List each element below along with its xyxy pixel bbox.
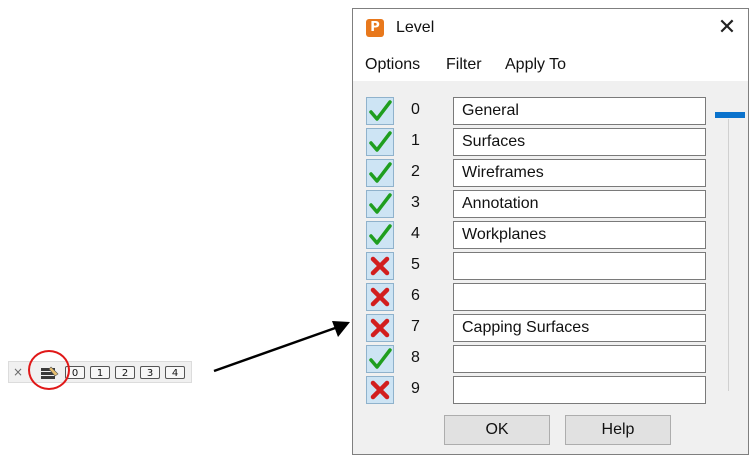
level-number: 1: [411, 132, 420, 149]
cross-icon: [370, 380, 390, 400]
toolbar-close-icon[interactable]: ×: [12, 364, 24, 380]
menu-apply-to[interactable]: Apply To: [505, 56, 566, 74]
visibility-toggle[interactable]: [366, 376, 394, 404]
level-dialog: P Level ✕ Options Filter Apply To 0 Gener…: [352, 8, 749, 455]
menu-filter[interactable]: Filter: [446, 56, 482, 74]
level-number: 6: [411, 287, 420, 304]
level-row: 5: [353, 251, 748, 281]
dialog-menubar: Options Filter Apply To: [353, 49, 748, 81]
dialog-titlebar: P Level ✕: [353, 9, 748, 49]
level-name-field[interactable]: Workplanes: [453, 221, 706, 249]
visibility-toggle[interactable]: [366, 97, 394, 125]
level-number: 9: [411, 380, 420, 397]
visibility-toggle[interactable]: [366, 128, 394, 156]
cross-icon: [370, 318, 390, 338]
visibility-toggle[interactable]: [366, 252, 394, 280]
highlight-circle: [28, 350, 70, 390]
level-number: 4: [411, 225, 420, 242]
checkmark-icon: [369, 193, 392, 214]
visibility-toggle[interactable]: [366, 314, 394, 342]
level-row: 6: [353, 282, 748, 312]
level-name-field[interactable]: [453, 345, 706, 373]
toolbar-level-1-button[interactable]: 1: [90, 366, 110, 379]
level-name-field[interactable]: [453, 252, 706, 280]
level-row: 9: [353, 375, 748, 405]
help-button[interactable]: Help: [565, 415, 671, 445]
visibility-toggle[interactable]: [366, 159, 394, 187]
menu-options[interactable]: Options: [365, 56, 420, 74]
close-icon[interactable]: ✕: [714, 13, 740, 43]
toolbar-level-2-button[interactable]: 2: [115, 366, 135, 379]
level-name-field[interactable]: [453, 283, 706, 311]
level-number: 7: [411, 318, 420, 335]
level-number: 2: [411, 163, 420, 180]
cross-icon: [370, 287, 390, 307]
visibility-toggle[interactable]: [366, 283, 394, 311]
checkmark-icon: [369, 100, 392, 121]
visibility-toggle[interactable]: [366, 190, 394, 218]
toolbar-level-4-button[interactable]: 4: [165, 366, 185, 379]
app-icon: P: [366, 19, 384, 37]
checkmark-icon: [369, 131, 392, 152]
checkmark-icon: [369, 162, 392, 183]
level-name-field[interactable]: General: [453, 97, 706, 125]
cross-icon: [370, 256, 390, 276]
level-name-field[interactable]: [453, 376, 706, 404]
level-row: 8: [353, 344, 748, 374]
checkmark-icon: [369, 348, 392, 369]
level-name-field[interactable]: Wireframes: [453, 159, 706, 187]
level-name-field[interactable]: Annotation: [453, 190, 706, 218]
visibility-toggle[interactable]: [366, 221, 394, 249]
dialog-title: Level: [396, 19, 435, 36]
level-row: 1 Surfaces: [353, 127, 748, 157]
checkmark-icon: [369, 224, 392, 245]
level-number: 8: [411, 349, 420, 366]
toolbar-level-3-button[interactable]: 3: [140, 366, 160, 379]
level-name-field[interactable]: Capping Surfaces: [453, 314, 706, 342]
level-row: 4 Workplanes: [353, 220, 748, 250]
ok-button[interactable]: OK: [444, 415, 550, 445]
level-number: 5: [411, 256, 420, 273]
level-number: 0: [411, 101, 420, 118]
visibility-toggle[interactable]: [366, 345, 394, 373]
level-row: 3 Annotation: [353, 189, 748, 219]
level-name-field[interactable]: Surfaces: [453, 128, 706, 156]
level-number: 3: [411, 194, 420, 211]
level-row: 0 General: [353, 96, 748, 126]
level-list: 0 General 1 Surfaces 2 Wireframes 3 Annotation 4…: [353, 81, 748, 454]
level-row: 7 Capping Surfaces: [353, 313, 748, 343]
pointer-arrow: [213, 321, 350, 373]
level-row: 2 Wireframes: [353, 158, 748, 188]
